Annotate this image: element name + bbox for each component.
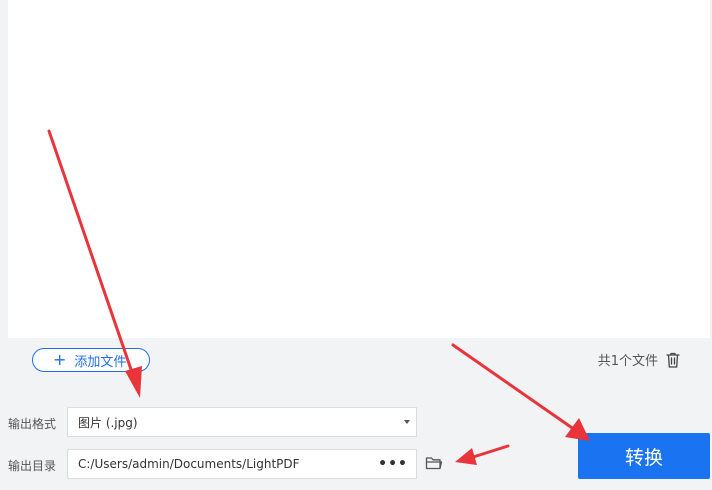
output-format-value: 图片 (.jpg) <box>78 415 138 430</box>
add-file-label: 添加文件 <box>74 354 127 370</box>
file-count-group: 共1个文件 <box>598 350 680 369</box>
output-dir-label: 输出目录 <box>8 459 57 473</box>
plus-icon: + <box>53 350 67 369</box>
file-toolbar: + 添加文件 共1个文件 <box>8 338 710 382</box>
trash-icon[interactable] <box>666 352 680 368</box>
convert-label: 转换 <box>624 446 663 469</box>
folder-icon[interactable] <box>425 455 443 471</box>
chevron-down-icon <box>404 420 410 424</box>
add-file-button[interactable]: + 添加文件 <box>32 348 150 372</box>
file-list-area <box>8 0 710 338</box>
output-format-label: 输出格式 <box>8 417 57 431</box>
file-count: 共1个文件 <box>597 354 658 369</box>
more-options-button[interactable]: ••• <box>378 456 408 472</box>
output-dir-field[interactable]: C:/Users/admin/Documents/LightPDF ••• <box>67 449 417 479</box>
output-format-select[interactable]: 图片 (.jpg) <box>67 407 417 437</box>
output-dir-value: C:/Users/admin/Documents/LightPDF <box>78 457 300 471</box>
convert-button[interactable]: 转换 <box>578 433 710 479</box>
